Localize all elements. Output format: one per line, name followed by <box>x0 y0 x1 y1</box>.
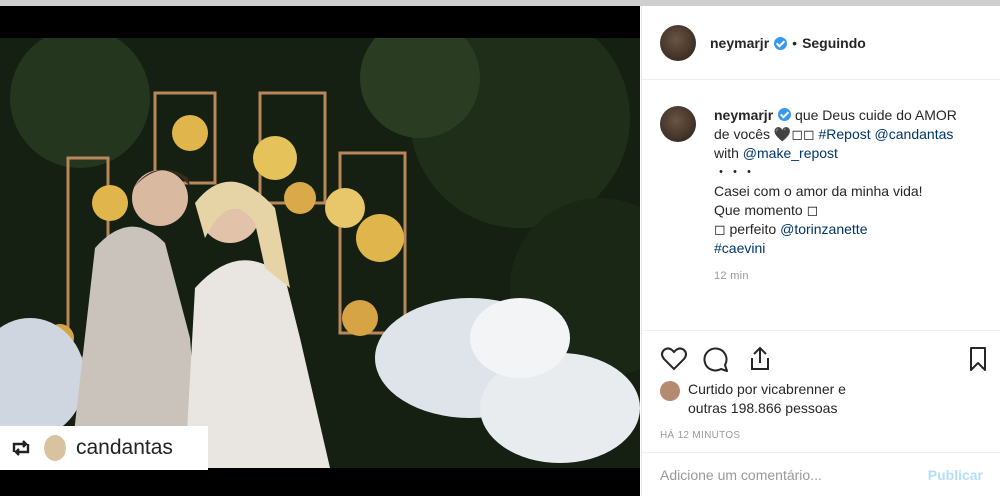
hashtag-repost-link[interactable]: #Repost <box>819 126 871 142</box>
caption-line-1: que Deus cuide do AMOR <box>795 107 957 123</box>
action-bar <box>642 330 1000 385</box>
repost-icon <box>8 435 34 461</box>
likes-summary[interactable]: Curtido por vicabrenner e outras 198.866… <box>660 380 846 418</box>
caption-line-7: ◻ perfeito <box>714 221 781 237</box>
comment-icon[interactable] <box>702 345 730 373</box>
caption-dots: ・・・ <box>714 164 756 180</box>
caption: neymarjr que Deus cuide do AMOR de vocês… <box>660 106 990 282</box>
author-avatar[interactable] <box>660 24 696 61</box>
wedding-photo <box>0 38 640 468</box>
mention-make-repost-link[interactable]: @make_repost <box>743 145 838 161</box>
heart-icon[interactable] <box>660 345 688 373</box>
caption-text: neymarjr que Deus cuide do AMOR de vocês… <box>714 106 990 258</box>
caption-line-3: with <box>714 145 743 161</box>
comment-box: Adicione um comentário... Publicar <box>642 452 1000 496</box>
repost-username: candantas <box>76 436 173 459</box>
bookmark-icon[interactable] <box>964 345 992 373</box>
post-media[interactable]: candantas <box>0 6 640 496</box>
post-header: neymarjr • Seguindo <box>642 6 1000 80</box>
mention-torinzanette-link[interactable]: @torinzanette <box>780 221 867 237</box>
verified-badge-icon <box>774 37 788 50</box>
publish-button[interactable]: Publicar <box>928 467 983 483</box>
comment-input[interactable]: Adicione um comentário... <box>660 467 822 483</box>
likes-text: Curtido por vicabrenner e outras 198.866… <box>688 380 846 418</box>
header-separator: • <box>792 34 798 51</box>
caption-line-2: de vocês 🖤◻◻ <box>714 126 819 142</box>
liker-avatar <box>660 381 680 401</box>
repost-credit: candantas <box>0 426 208 470</box>
share-icon[interactable] <box>746 345 774 373</box>
likes-line-2: outras 198.866 pessoas <box>688 400 838 416</box>
likes-line-1: Curtido por vicabrenner e <box>688 381 846 397</box>
post-timestamp: HÁ 12 MINUTOS <box>660 430 741 441</box>
caption-line-6: Que momento ◻ <box>714 202 819 218</box>
repost-avatar <box>44 435 66 461</box>
photo-illustration <box>0 38 640 468</box>
caption-line-5: Casei com o amor da minha vida! <box>714 183 923 199</box>
mention-candantas-link[interactable]: @candantas <box>875 126 954 142</box>
hashtag-caevini-link[interactable]: #caevini <box>714 240 765 256</box>
post-sidebar: neymarjr • Seguindo neymarjr que Deus cu… <box>641 6 1000 496</box>
caption-verified-icon <box>778 108 792 121</box>
caption-avatar[interactable] <box>660 106 696 142</box>
caption-time: 12 min <box>714 270 749 282</box>
caption-username[interactable]: neymarjr <box>714 107 773 123</box>
following-button[interactable]: Seguindo <box>802 35 866 51</box>
author-username[interactable]: neymarjr <box>710 35 769 51</box>
